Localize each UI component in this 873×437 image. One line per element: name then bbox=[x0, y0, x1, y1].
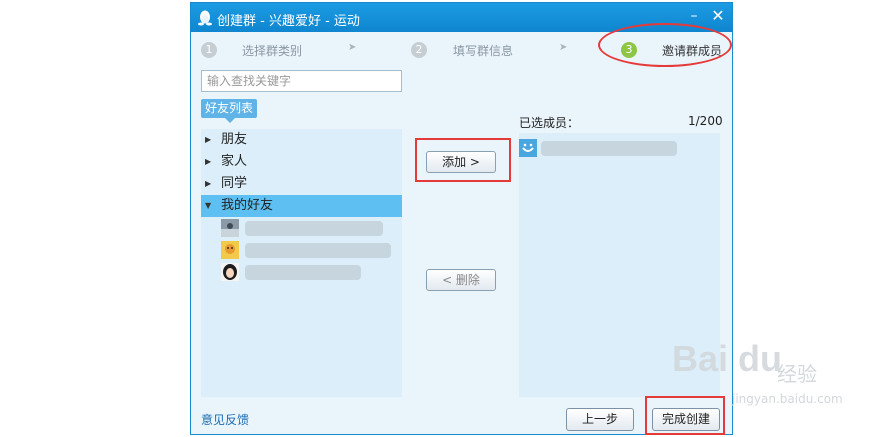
group-label: 家人 bbox=[221, 154, 248, 169]
expand-arrow-icon: ▶ bbox=[205, 135, 212, 144]
avatar bbox=[221, 241, 239, 259]
selected-member-item[interactable] bbox=[519, 137, 720, 161]
minimize-button[interactable]: – bbox=[685, 7, 703, 25]
highlight-box-finish-button bbox=[645, 396, 725, 435]
avatar bbox=[221, 263, 239, 281]
avatar bbox=[221, 219, 239, 237]
redacted-name bbox=[245, 243, 391, 258]
collapse-arrow-icon: ▼ bbox=[205, 201, 212, 210]
friend-list-item[interactable] bbox=[221, 261, 401, 283]
highlight-circle-step-3 bbox=[598, 23, 732, 67]
expand-arrow-icon: ▶ bbox=[205, 179, 212, 188]
highlight-box-add-button bbox=[415, 138, 511, 182]
group-label: 同学 bbox=[221, 176, 248, 191]
group-row-friends[interactable]: ▶ 朋友 bbox=[201, 129, 402, 151]
step-2-number: 2 bbox=[411, 42, 427, 58]
step-arrow-icon: ➤ bbox=[348, 42, 357, 53]
step-arrow-icon: ➤ bbox=[559, 42, 568, 53]
qq-penguin-icon bbox=[198, 10, 212, 26]
selected-members-count: 1/200 bbox=[688, 114, 723, 128]
close-button[interactable]: ✕ bbox=[709, 7, 727, 25]
step-2-label: 填写群信息 bbox=[453, 44, 514, 58]
friend-list-item[interactable] bbox=[221, 217, 401, 239]
group-row-my-friends[interactable]: ▼ 我的好友 bbox=[201, 195, 402, 217]
redacted-name bbox=[245, 221, 383, 236]
selected-members-label: 已选成员： bbox=[519, 116, 580, 130]
group-row-family[interactable]: ▶ 家人 bbox=[201, 151, 402, 173]
step-1-number: 1 bbox=[201, 42, 217, 58]
previous-step-button[interactable]: 上一步 bbox=[566, 408, 634, 431]
avatar bbox=[519, 139, 537, 157]
group-label: 朋友 bbox=[221, 132, 248, 147]
create-group-dialog: 创建群 - 兴趣爱好 - 运动 – ✕ 1 选择群类别 ➤ 2 填写群信息 ➤ … bbox=[190, 2, 733, 435]
redacted-name bbox=[541, 141, 677, 156]
watermark-url: jingyan.baidu.com bbox=[732, 392, 843, 406]
group-row-classmates[interactable]: ▶ 同学 bbox=[201, 173, 402, 195]
expand-arrow-icon: ▶ bbox=[205, 157, 212, 166]
friend-list-panel: ▶ 朋友 ▶ 家人 ▶ 同学 ▼ 我的好友 bbox=[201, 129, 402, 397]
group-label: 我的好友 bbox=[221, 198, 274, 213]
friend-list-tab[interactable]: 好友列表 bbox=[201, 99, 258, 123]
remove-member-button[interactable]: < 删除 bbox=[426, 269, 496, 291]
redacted-name bbox=[245, 265, 361, 280]
friend-list-item[interactable] bbox=[221, 239, 401, 261]
step-1-label: 选择群类别 bbox=[242, 44, 303, 58]
baidu-logo: Bai du bbox=[672, 338, 783, 379]
search-input[interactable] bbox=[201, 70, 402, 92]
feedback-link[interactable]: 意见反馈 bbox=[201, 411, 249, 428]
window-title: 创建群 - 兴趣爱好 - 运动 bbox=[217, 14, 360, 29]
watermark-cn-text: 经验 bbox=[777, 362, 817, 386]
